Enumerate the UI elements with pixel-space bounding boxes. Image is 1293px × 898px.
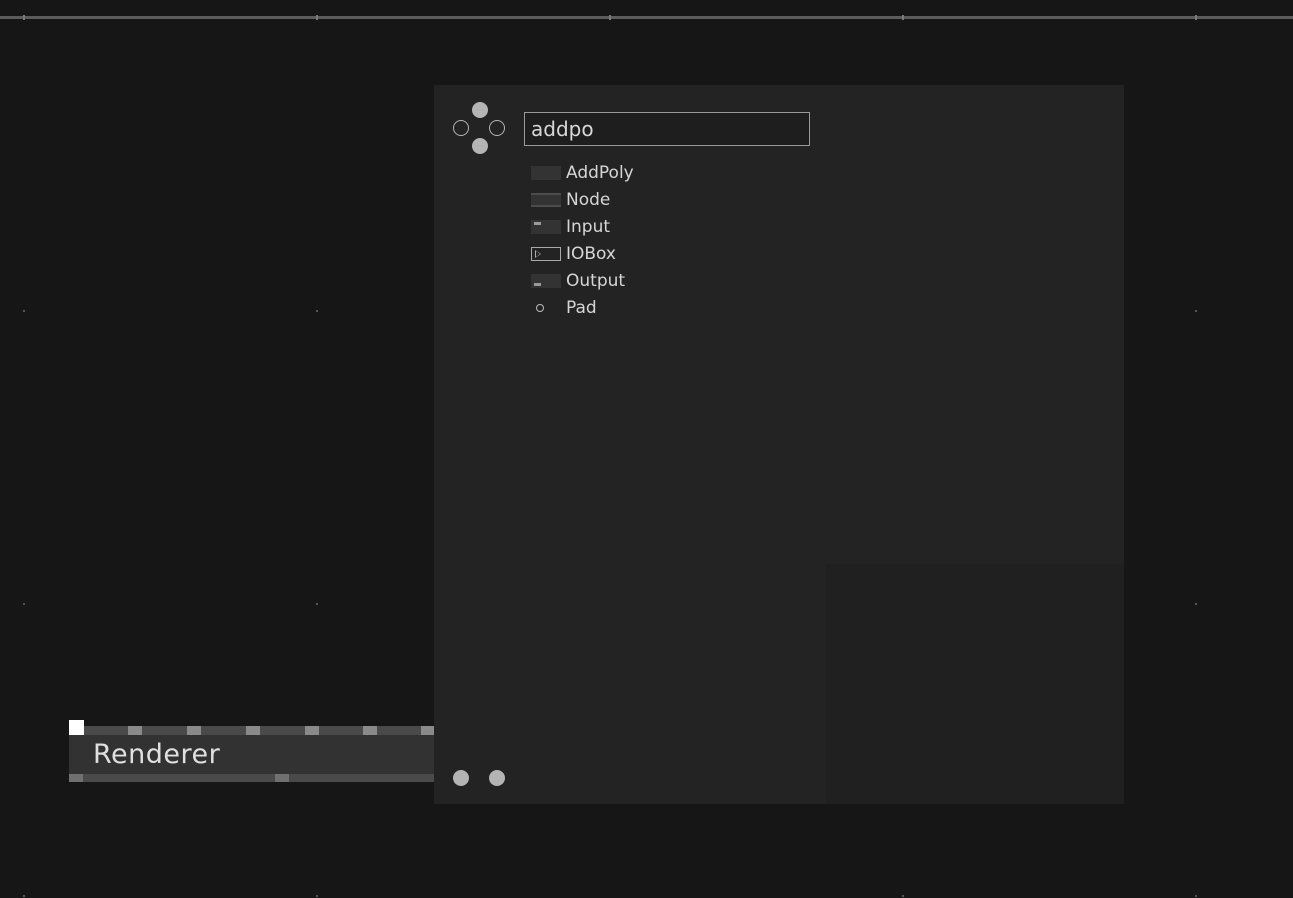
result-item-iobox[interactable]: IOBox [531,240,634,267]
output-dot-icon[interactable] [489,770,505,786]
grid-dot [1195,603,1197,605]
ruler-tick [1195,15,1197,20]
output-pin-row [69,774,494,782]
addpoly-icon [531,165,561,180]
output-pin-icon [531,273,561,288]
ruler-tick [23,15,25,20]
grid-dot [23,895,25,897]
result-item-input[interactable]: Input [531,213,634,240]
input-pin[interactable] [128,726,142,735]
node-search-input[interactable] [524,112,810,146]
input-pin[interactable] [246,726,260,735]
grid-dot [316,603,318,605]
result-item-addpoly[interactable]: AddPoly [531,159,634,186]
grid-dot [1195,310,1197,312]
input-pin-row [69,726,494,735]
node-selection-handle[interactable] [69,720,84,735]
grid-dot [316,310,318,312]
grid-dot [23,310,25,312]
ruler-tick [316,15,318,20]
dot-icon [489,120,505,136]
output-pin[interactable] [69,774,83,782]
iobox-icon [531,246,561,261]
input-pin[interactable] [305,726,319,735]
output-dot-icon[interactable] [453,770,469,786]
output-pin[interactable] [275,774,289,782]
result-item-node[interactable]: Node [531,186,634,213]
search-results-list: AddPoly Node Input IOBox Output Pad [531,159,634,321]
ruler-tick [902,15,904,20]
node-browser: AddPoly Node Input IOBox Output Pad [434,85,1124,804]
input-pin[interactable] [421,726,435,735]
result-item-pad[interactable]: Pad [531,294,634,321]
input-pin[interactable] [363,726,377,735]
grid-dot [902,895,904,897]
ruler-tick [609,15,611,20]
node-label: Renderer [93,739,221,770]
pad-icon [531,301,561,315]
dot-icon [453,120,469,136]
result-label: Input [566,216,611,237]
grid-dot [23,603,25,605]
result-label: AddPoly [566,162,634,183]
renderer-node[interactable]: Renderer [69,726,494,782]
dot-icon [472,138,488,154]
dot-icon [472,102,488,118]
input-pin[interactable] [187,726,201,735]
result-label: Node [566,189,611,210]
top-divider [0,16,1293,19]
result-item-output[interactable]: Output [531,267,634,294]
patch-canvas[interactable]: Renderer AddPoly Node [0,0,1293,898]
result-label: Pad [566,297,597,318]
node-icon [531,192,561,207]
result-label: Output [566,270,626,291]
grid-dot [1195,895,1197,897]
result-label: IOBox [566,243,616,264]
panel-shade [826,564,1124,804]
input-pin-icon [531,219,561,234]
grid-dot [316,895,318,897]
